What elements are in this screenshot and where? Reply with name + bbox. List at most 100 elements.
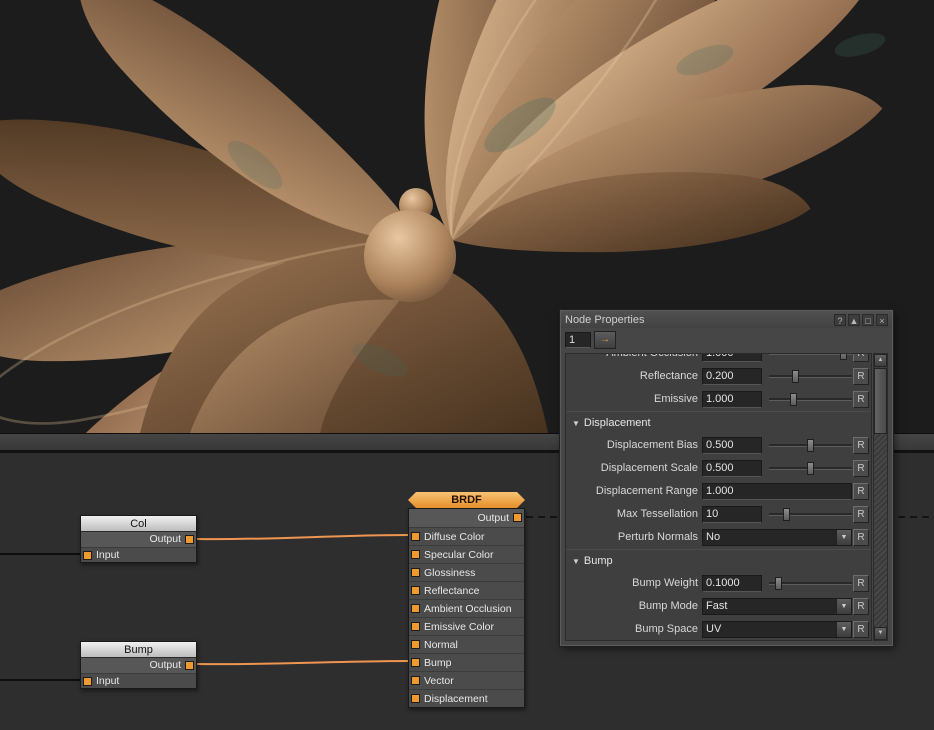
input-port[interactable]	[411, 550, 420, 559]
slider-thumb[interactable]	[783, 508, 790, 521]
scrollbar-thumb[interactable]	[874, 368, 887, 434]
disclosure-triangle-icon: ▼	[572, 412, 580, 435]
input-port[interactable]	[411, 694, 420, 703]
node-col[interactable]: Col Output Input	[80, 515, 197, 563]
panel-titlebar[interactable]: Node Properties ? ▲ □ ×	[561, 311, 892, 328]
value-field[interactable]: 0.200	[702, 368, 762, 385]
property-row-perturb-normals: Perturb Normals No ▼ R	[566, 526, 871, 549]
help-icon[interactable]: ?	[834, 314, 846, 326]
popout-icon[interactable]: □	[862, 314, 874, 326]
value-slider[interactable]	[769, 506, 852, 523]
output-port[interactable]	[185, 535, 194, 544]
brdf-input-bump: Bump	[409, 653, 524, 671]
property-label: Displacement Scale	[566, 457, 698, 480]
input-port[interactable]	[83, 551, 92, 560]
property-row-displacement-range: Displacement Range 1.000 R	[566, 480, 871, 503]
scrollbar-up-button[interactable]: ▲	[874, 354, 887, 367]
collapse-panel-icon[interactable]: ▲	[848, 314, 860, 326]
reset-button[interactable]: R	[853, 368, 869, 385]
node-bump-title[interactable]: Bump	[81, 642, 196, 658]
chevron-down-icon[interactable]: ▼	[836, 599, 851, 614]
input-port[interactable]	[411, 622, 420, 631]
reset-button[interactable]: R	[853, 529, 869, 546]
input-port[interactable]	[411, 532, 420, 541]
node-brdf[interactable]: BRDF Output Diffuse Color Specular Color…	[408, 492, 525, 708]
reset-button[interactable]: R	[853, 460, 869, 477]
scrollbar-down-button[interactable]: ▼	[874, 627, 887, 640]
property-label: Bump Weight	[566, 572, 698, 595]
property-row-bump-weight: Bump Weight 0.1000 R	[566, 572, 871, 595]
chevron-down-icon[interactable]: ▼	[836, 530, 851, 545]
output-port[interactable]	[185, 661, 194, 670]
slider-thumb[interactable]	[790, 393, 797, 406]
chevron-down-icon[interactable]: ▼	[836, 622, 851, 637]
node-col-output-row: Output	[81, 532, 196, 547]
goto-node-button[interactable]: →	[594, 331, 616, 349]
brdf-input-glossiness: Glossiness	[409, 563, 524, 581]
dropdown[interactable]: Fast ▼	[702, 598, 852, 615]
reset-button[interactable]: R	[853, 621, 869, 638]
node-bump-input-row: Input	[81, 673, 196, 688]
node-bump-output-row: Output	[81, 658, 196, 673]
property-row-ambient-occlusion: Ambient Occlusion 1.000 R	[566, 353, 871, 365]
value-slider[interactable]	[769, 391, 852, 408]
disclosure-triangle-icon: ▼	[572, 550, 580, 573]
node-brdf-title[interactable]: BRDF	[408, 492, 525, 508]
slider-thumb[interactable]	[775, 577, 782, 590]
brdf-input-ambient-occlusion: Ambient Occlusion	[409, 599, 524, 617]
value-field[interactable]: 0.500	[702, 437, 762, 454]
panel-title: Node Properties	[565, 314, 832, 326]
value-field[interactable]: 0.500	[702, 460, 762, 477]
input-port[interactable]	[411, 604, 420, 613]
property-label: Ambient Occlusion	[566, 353, 698, 365]
input-port[interactable]	[411, 658, 420, 667]
node-index-field[interactable]	[565, 332, 591, 348]
value-field[interactable]: 1.000	[702, 483, 852, 500]
value-field[interactable]: 1.000	[702, 353, 762, 362]
section-header-bump[interactable]: ▼Bump	[566, 549, 871, 572]
output-port[interactable]	[513, 513, 522, 522]
node-col-title[interactable]: Col	[81, 516, 196, 532]
dropdown-value: Fast	[706, 600, 727, 612]
dropdown[interactable]: UV ▼	[702, 621, 852, 638]
value-slider[interactable]	[769, 460, 852, 477]
reset-button[interactable]: R	[853, 506, 869, 523]
value-field[interactable]: 10	[702, 506, 762, 523]
property-row-reflectance: Reflectance 0.200 R	[566, 365, 871, 388]
input-port[interactable]	[411, 568, 420, 577]
node-bump[interactable]: Bump Output Input	[80, 641, 197, 689]
reset-button[interactable]: R	[853, 391, 869, 408]
property-row-emissive: Emissive 1.000 R	[566, 388, 871, 411]
slider-thumb[interactable]	[840, 353, 847, 360]
arrow-icon: →	[600, 334, 610, 345]
brdf-input-displacement: Displacement	[409, 689, 524, 707]
slider-thumb[interactable]	[792, 370, 799, 383]
node-brdf-output-row: Output	[409, 509, 524, 527]
reset-button[interactable]: R	[853, 598, 869, 615]
reset-button[interactable]: R	[853, 437, 869, 454]
property-label: Displacement Range	[566, 480, 698, 503]
slider-thumb[interactable]	[807, 439, 814, 452]
input-port[interactable]	[411, 586, 420, 595]
section-header-displacement[interactable]: ▼Displacement	[566, 411, 871, 434]
reset-button[interactable]: R	[853, 483, 869, 500]
scrollbar[interactable]: ▲ ▼	[873, 353, 888, 641]
input-port[interactable]	[83, 677, 92, 686]
reset-button[interactable]: R	[853, 575, 869, 592]
reset-button[interactable]: R	[853, 353, 869, 362]
property-label: Displacement Bias	[566, 434, 698, 457]
brdf-input-emissive-color: Emissive Color	[409, 617, 524, 635]
input-label: Input	[96, 675, 119, 687]
dropdown[interactable]: No ▼	[702, 529, 852, 546]
value-slider[interactable]	[769, 437, 852, 454]
close-icon[interactable]: ×	[876, 314, 888, 326]
input-port[interactable]	[411, 676, 420, 685]
value-slider[interactable]	[769, 353, 852, 362]
value-field[interactable]: 1.000	[702, 391, 762, 408]
input-label: Input	[96, 549, 119, 561]
value-slider[interactable]	[769, 368, 852, 385]
slider-thumb[interactable]	[807, 462, 814, 475]
value-slider[interactable]	[769, 575, 852, 592]
value-field[interactable]: 0.1000	[702, 575, 762, 592]
input-port[interactable]	[411, 640, 420, 649]
